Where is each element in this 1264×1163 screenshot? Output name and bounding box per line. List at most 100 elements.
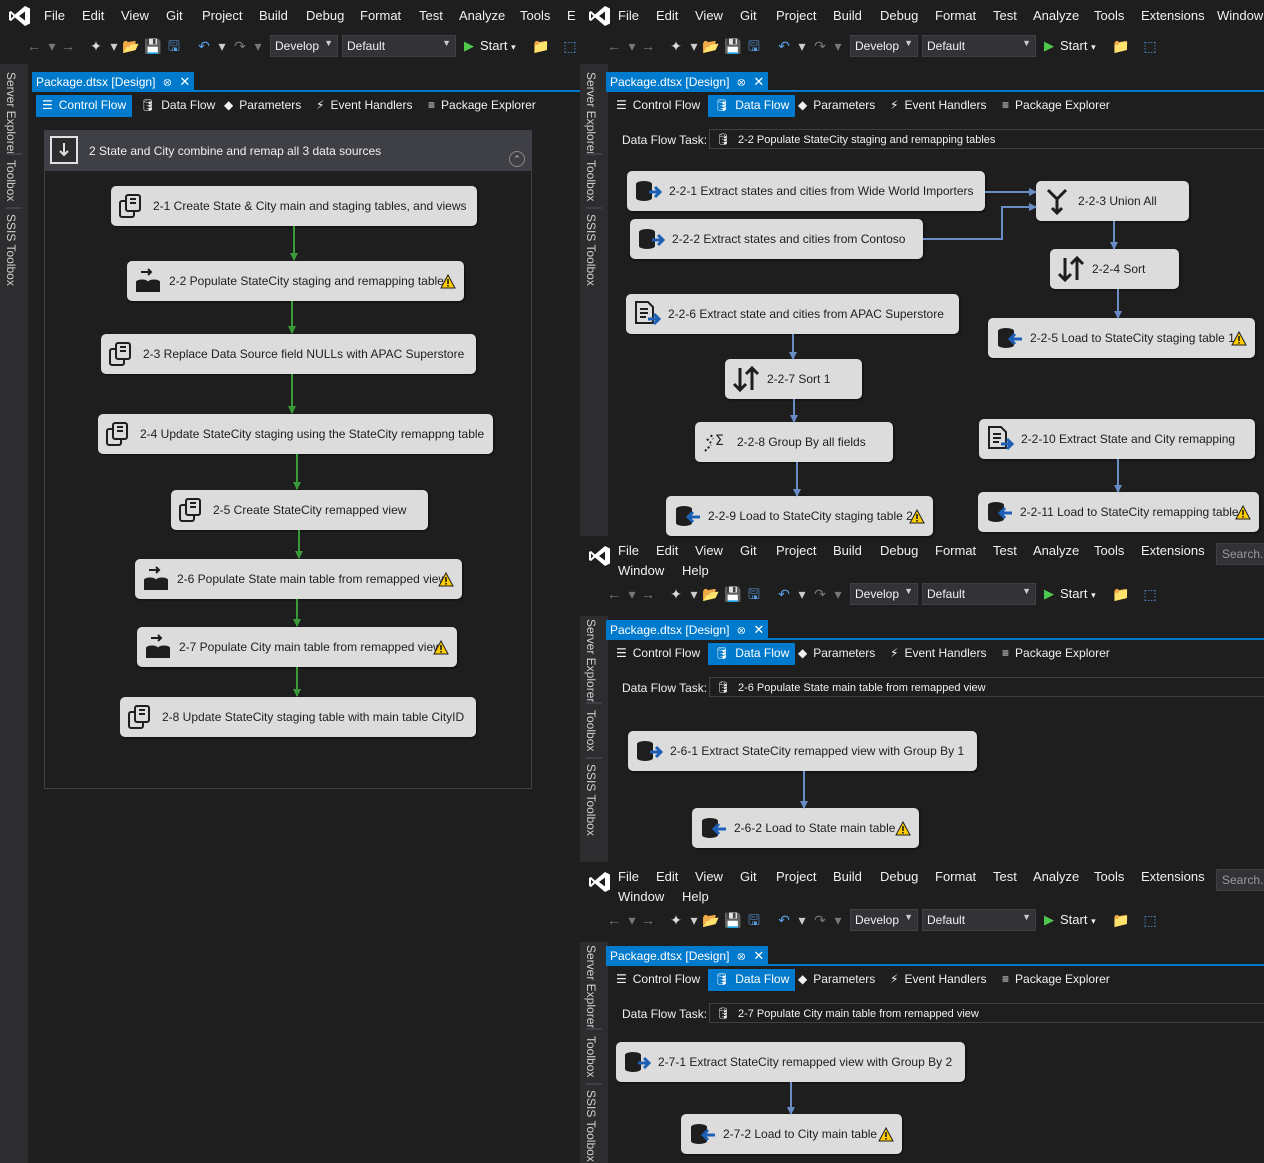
undo-dropdown-icon[interactable]: ▾ (794, 586, 810, 602)
toolbox-tab[interactable]: Toolbox (584, 710, 598, 751)
redo-dropdown-icon[interactable]: ▾ (830, 38, 846, 54)
tab-parameters[interactable]: ◆ Parameters (218, 95, 307, 117)
task-node[interactable]: 2-2-7 Sort 1 (725, 359, 862, 399)
undo-dropdown-icon[interactable]: ▾ (214, 38, 230, 54)
task-node[interactable]: 2-8 Update StateCity staging table with … (120, 697, 476, 737)
pin-icon[interactable]: ⭙ (737, 952, 745, 963)
task-node[interactable]: 2-1 Create State & City main and staging… (111, 186, 477, 226)
new-project-icon[interactable]: ✦ (88, 38, 104, 54)
open-icon[interactable]: 📂 (122, 38, 139, 54)
toolbar-options-icon[interactable]: ⬚ (1142, 912, 1158, 928)
task-node[interactable]: 2-3 Replace Data Source field NULLs with… (101, 334, 476, 374)
menu-build[interactable]: Build (833, 543, 862, 558)
package-design-tab[interactable]: Package.dtsx [Design] ⭙ ✕ (606, 620, 769, 640)
warning-icon[interactable] (878, 1126, 894, 1142)
task-node[interactable]: 2-2-6 Extract state and cities from APAC… (626, 294, 959, 334)
package-design-tab[interactable]: Package.dtsx [Design] ⭙ ✕ (606, 946, 769, 966)
save-icon[interactable]: 💾 (724, 912, 741, 928)
back-dropdown-icon[interactable]: ▾ (44, 38, 60, 54)
menu-git[interactable]: Git (740, 8, 757, 23)
menu-debug[interactable]: Debug (306, 8, 344, 23)
save-all-icon[interactable]: 🖫 (746, 586, 762, 602)
menu-analyze[interactable]: Analyze (1033, 869, 1079, 884)
task-node[interactable]: 2-7-2 Load to City main table (681, 1114, 902, 1154)
tab-event-handlers[interactable]: ⚡ Event Handlers (884, 969, 992, 991)
forward-icon[interactable]: → (640, 38, 656, 54)
tab-parameters[interactable]: ◆ Parameters (792, 643, 881, 665)
menu-tools[interactable]: Tools (520, 8, 550, 23)
warning-icon[interactable] (438, 571, 454, 587)
menu-edit[interactable]: Edit (656, 8, 678, 23)
task-node[interactable]: 2-2-11 Load to StateCity remapping table (978, 492, 1259, 532)
menu-extensions[interactable]: Extensions (1141, 543, 1205, 558)
tab-data-flow[interactable]: 🛢 Data Flow (708, 969, 796, 991)
solution-platform-select[interactable]: Default ▼ (922, 583, 1036, 605)
data-flow-task-selector[interactable]: 🛢 2-2 Populate StateCity staging and rema… (709, 129, 1264, 149)
new-dropdown-icon[interactable]: ▾ (686, 912, 702, 928)
solution-configuration-select[interactable]: Develop ▼ (850, 909, 918, 931)
server-explorer-tab[interactable]: Server Explorer (584, 619, 598, 702)
menu-build[interactable]: Build (259, 8, 288, 23)
toolbar-options-icon[interactable]: ⬚ (562, 38, 578, 54)
new-project-icon[interactable]: ✦ (668, 912, 684, 928)
menu-edit[interactable]: Edit (82, 8, 104, 23)
new-project-icon[interactable]: ✦ (668, 38, 684, 54)
save-all-icon[interactable]: 🖫 (746, 912, 762, 928)
menu-git[interactable]: Git (740, 869, 757, 884)
back-icon[interactable]: ← (606, 912, 622, 928)
ssis-toolbox-tab[interactable]: SSIS Toolbox (584, 1090, 598, 1162)
task-node[interactable]: 2-2-5 Load to StateCity staging table 1 (988, 318, 1255, 358)
solution-configuration-select[interactable]: Develop ▼ (270, 35, 338, 57)
server-explorer-tab[interactable]: Server Explorer (584, 945, 598, 1028)
warning-icon[interactable] (895, 820, 911, 836)
search-input[interactable]: Search... (1216, 543, 1264, 565)
tab-package-explorer[interactable]: ≡ Package Explorer (422, 95, 542, 117)
find-in-files-icon[interactable]: 📁 (532, 38, 549, 54)
tab-control-flow[interactable]: ☰ Control Flow (610, 969, 706, 991)
ssis-toolbox-tab[interactable]: SSIS Toolbox (584, 214, 598, 286)
open-icon[interactable]: 📂 (702, 586, 719, 602)
redo-icon[interactable]: ↷ (232, 38, 248, 54)
package-design-tab[interactable]: Package.dtsx [Design] ⭙ ✕ (606, 72, 769, 92)
toolbox-tab[interactable]: Toolbox (584, 160, 598, 201)
search-input[interactable]: Search... (1216, 869, 1264, 891)
task-node[interactable]: 2-7-1 Extract StateCity remapped view wi… (616, 1042, 965, 1082)
start-debugging-button[interactable]: ▶ Start ▾ (464, 38, 516, 54)
warning-icon[interactable] (440, 273, 456, 289)
task-node[interactable]: 2-2-9 Load to StateCity staging table 2 (666, 496, 933, 536)
ssis-toolbox-tab[interactable]: SSIS Toolbox (4, 214, 18, 286)
menu-tools[interactable]: Tools (1094, 8, 1124, 23)
find-in-files-icon[interactable]: 📁 (1112, 912, 1129, 928)
menu-tools[interactable]: Tools (1094, 543, 1124, 558)
undo-icon[interactable]: ↶ (776, 38, 792, 54)
menu-view[interactable]: View (121, 8, 149, 23)
start-debugging-button[interactable]: ▶ Start ▾ (1044, 586, 1096, 602)
save-all-icon[interactable]: 🖫 (166, 38, 182, 54)
task-node[interactable]: 2-2-1 Extract states and cities from Wid… (627, 171, 985, 211)
toolbar-options-icon[interactable]: ⬚ (1142, 38, 1158, 54)
task-node[interactable]: Σ 2-2-8 Group By all fields (695, 422, 893, 462)
menu-file[interactable]: File (618, 543, 639, 558)
menu-test[interactable]: Test (993, 8, 1017, 23)
tab-data-flow[interactable]: 🛢 Data Flow (708, 643, 796, 665)
menu-tools[interactable]: Tools (1094, 869, 1124, 884)
back-dropdown-icon[interactable]: ▾ (624, 586, 640, 602)
back-dropdown-icon[interactable]: ▾ (624, 912, 640, 928)
tab-control-flow[interactable]: ☰ Control Flow (610, 95, 706, 117)
menu-window[interactable]: Window (1217, 8, 1263, 23)
tab-data-flow[interactable]: 🛢 Data Flow (134, 95, 221, 117)
ssis-toolbox-tab[interactable]: SSIS Toolbox (584, 764, 598, 836)
redo-icon[interactable]: ↷ (812, 586, 828, 602)
menu-analyze[interactable]: Analyze (459, 8, 505, 23)
menu-format[interactable]: Format (935, 8, 976, 23)
task-node[interactable]: 2-7 Populate City main table from remapp… (137, 627, 457, 667)
menu-format[interactable]: Format (360, 8, 401, 23)
close-icon[interactable]: ✕ (179, 74, 190, 89)
menu-build[interactable]: Build (833, 8, 862, 23)
tab-package-explorer[interactable]: ≡ Package Explorer (996, 643, 1116, 665)
redo-dropdown-icon[interactable]: ▾ (830, 912, 846, 928)
solution-platform-select[interactable]: Default ▼ (922, 35, 1036, 57)
new-dropdown-icon[interactable]: ▾ (686, 586, 702, 602)
undo-dropdown-icon[interactable]: ▾ (794, 912, 810, 928)
menu-analyze[interactable]: Analyze (1033, 543, 1079, 558)
